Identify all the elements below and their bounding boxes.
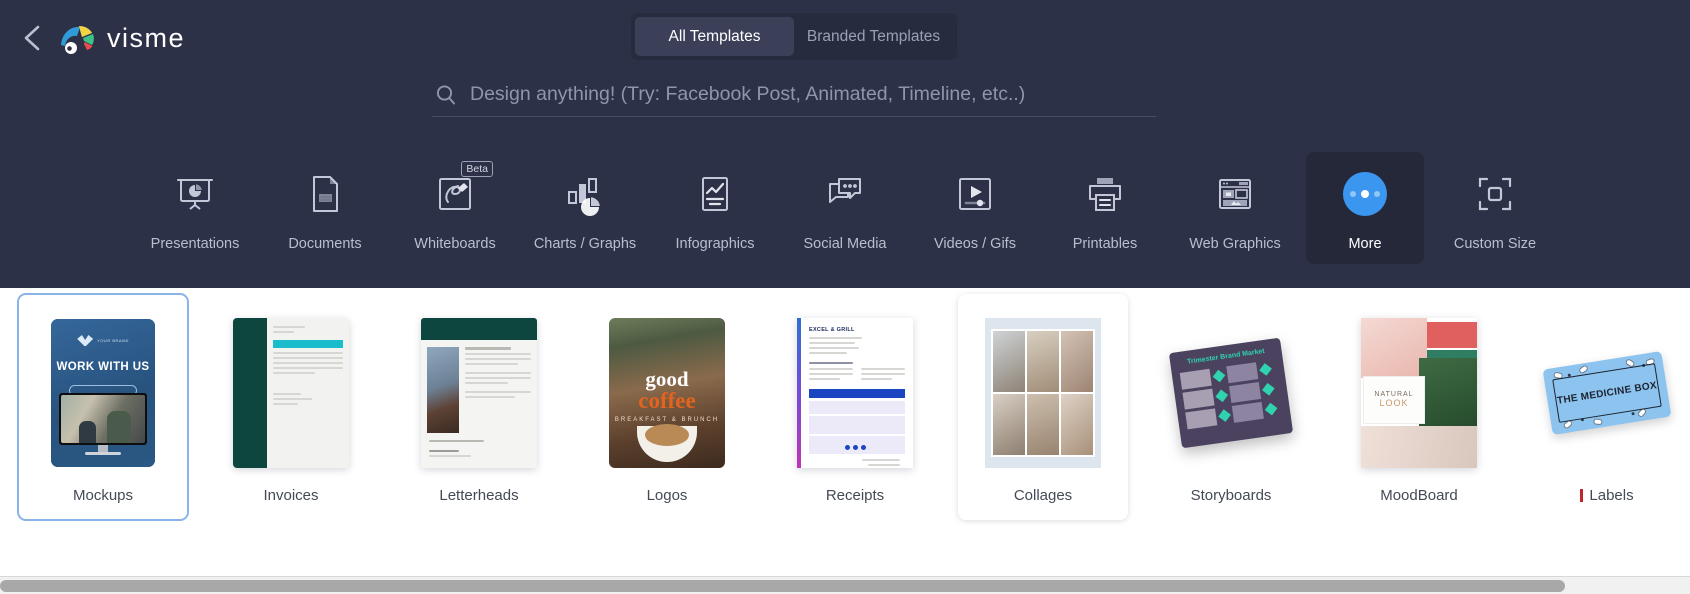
tab-all-templates[interactable]: All Templates	[635, 17, 794, 56]
thumbnail-invoices	[221, 313, 361, 473]
template-card-receipts[interactable]: EXCEL & GRILL Receipts	[770, 294, 940, 520]
card-label: Invoices	[263, 487, 319, 504]
category-label: More	[1348, 236, 1382, 252]
card-label: Logos	[646, 487, 688, 504]
search-bar[interactable]	[432, 73, 1156, 117]
thumbnail-mockups: YOUR BRAND WORK WITH US	[33, 313, 173, 473]
whiteboard-pen-icon: Beta	[431, 161, 493, 218]
card-label: Labels	[1580, 487, 1634, 504]
thumbnail-collages	[973, 313, 1113, 473]
thumbnail-storyboards: Trimester Brand Market	[1161, 313, 1301, 473]
category-label: Custom Size	[1453, 236, 1537, 252]
visme-logo-icon	[57, 18, 97, 58]
card-label: MoodBoard	[1380, 487, 1458, 504]
category-whiteboards[interactable]: Beta Whiteboards	[396, 152, 514, 264]
category-label: Infographics	[675, 236, 755, 252]
brand-logo[interactable]: visme	[57, 18, 185, 58]
thumbnail-labels: THE MEDICINE BOX	[1537, 313, 1677, 473]
category-web-graphics[interactable]: Web Graphics	[1176, 152, 1294, 264]
video-play-icon	[951, 170, 999, 218]
bar-pie-chart-icon	[561, 170, 609, 218]
thumb-text: THE MEDICINE BOX	[1556, 379, 1658, 407]
thumbnail-letterheads	[409, 313, 549, 473]
card-label: Storyboards	[1190, 487, 1272, 504]
category-label: Social Media	[803, 236, 887, 252]
card-label: Collages	[1013, 487, 1073, 504]
category-infographics[interactable]: Infographics	[656, 152, 774, 264]
web-layout-icon	[1211, 170, 1259, 218]
category-printables[interactable]: Printables	[1046, 152, 1164, 264]
search-input[interactable]	[470, 83, 1156, 106]
category-videos-gifs[interactable]: Videos / Gifs	[916, 152, 1034, 264]
visme-template-picker: visme All Templates Branded Templates De…	[0, 0, 1690, 594]
scrollbar-thumb[interactable]	[0, 580, 1565, 592]
thumbnail-moodboard: NATURAL LOOK	[1349, 313, 1489, 473]
card-label: Receipts	[825, 487, 885, 504]
thumb-brand: YOUR BRAND	[97, 338, 129, 343]
horizontal-scrollbar[interactable]	[0, 576, 1690, 594]
template-card-logos[interactable]: good coffee BREAKFAST & BRUNCH Logos	[582, 294, 752, 520]
category-presentations[interactable]: Presentations	[136, 152, 254, 264]
more-dots-icon	[1341, 170, 1389, 218]
category-label: Charts / Graphs	[533, 236, 637, 252]
back-button[interactable]	[14, 20, 50, 56]
thumbnail-logos: good coffee BREAKFAST & BRUNCH	[597, 313, 737, 473]
chevron-left-icon	[21, 23, 43, 53]
custom-size-frame-icon	[1471, 170, 1519, 218]
category-label: Presentations	[150, 236, 240, 252]
category-label: Whiteboards	[414, 236, 496, 252]
presentation-screen-icon	[171, 170, 219, 218]
thumbnail-receipts: EXCEL & GRILL	[785, 313, 925, 473]
template-card-collages[interactable]: Collages	[958, 294, 1128, 520]
category-label: Web Graphics	[1189, 236, 1281, 252]
beta-badge: Beta	[461, 161, 493, 177]
thumb-word-2: coffee	[638, 388, 696, 413]
category-strip: Presentations Documents Beta Whiteboards…	[0, 152, 1690, 270]
template-results-row[interactable]: YOUR BRAND WORK WITH US Mockups Invoices…	[0, 288, 1690, 576]
category-documents[interactable]: Documents	[266, 152, 384, 264]
card-label: Mockups	[72, 487, 134, 504]
tab-branded-templates[interactable]: Branded Templates	[794, 17, 953, 56]
text-cursor-icon	[1580, 489, 1584, 502]
template-card-mockups[interactable]: YOUR BRAND WORK WITH US Mockups	[18, 294, 188, 520]
thumb-word-1: good	[645, 367, 689, 391]
template-card-moodboard[interactable]: NATURAL LOOK MoodBoard	[1334, 294, 1504, 520]
chat-bubbles-icon	[821, 170, 869, 218]
document-page-icon	[301, 170, 349, 218]
category-label: Videos / Gifs	[934, 236, 1016, 252]
thumb-word-1: NATURAL	[1374, 391, 1414, 398]
category-social-media[interactable]: Social Media	[786, 152, 904, 264]
brand-name: visme	[107, 22, 186, 53]
category-charts-graphs[interactable]: Charts / Graphs	[526, 152, 644, 264]
category-label: Documents	[288, 236, 362, 252]
top-panel: visme All Templates Branded Templates De…	[0, 0, 1690, 288]
template-card-labels[interactable]: THE MEDICINE BOX Labels	[1522, 294, 1690, 520]
card-label: Letterheads	[439, 487, 519, 504]
thumb-headline: WORK WITH US	[56, 361, 150, 373]
category-more[interactable]: More	[1306, 152, 1424, 264]
card-label-text: Labels	[1589, 487, 1634, 504]
thumb-word-2: LOOK	[1379, 398, 1409, 408]
search-icon	[434, 83, 458, 107]
category-custom-size[interactable]: Custom Size	[1436, 152, 1554, 264]
thumb-subtitle: BREAKFAST & BRUNCH	[614, 417, 720, 423]
template-scope-tabs: All Templates Branded Templates	[631, 13, 957, 60]
template-card-storyboards[interactable]: Trimester Brand Market Storyboards	[1146, 294, 1316, 520]
infographic-report-icon	[691, 170, 739, 218]
template-card-letterheads[interactable]: Letterheads	[394, 294, 564, 520]
template-card-invoices[interactable]: Invoices	[206, 294, 376, 520]
category-label: Printables	[1072, 236, 1138, 252]
printer-icon	[1081, 170, 1129, 218]
thumb-title: EXCEL & GRILL	[809, 327, 855, 333]
